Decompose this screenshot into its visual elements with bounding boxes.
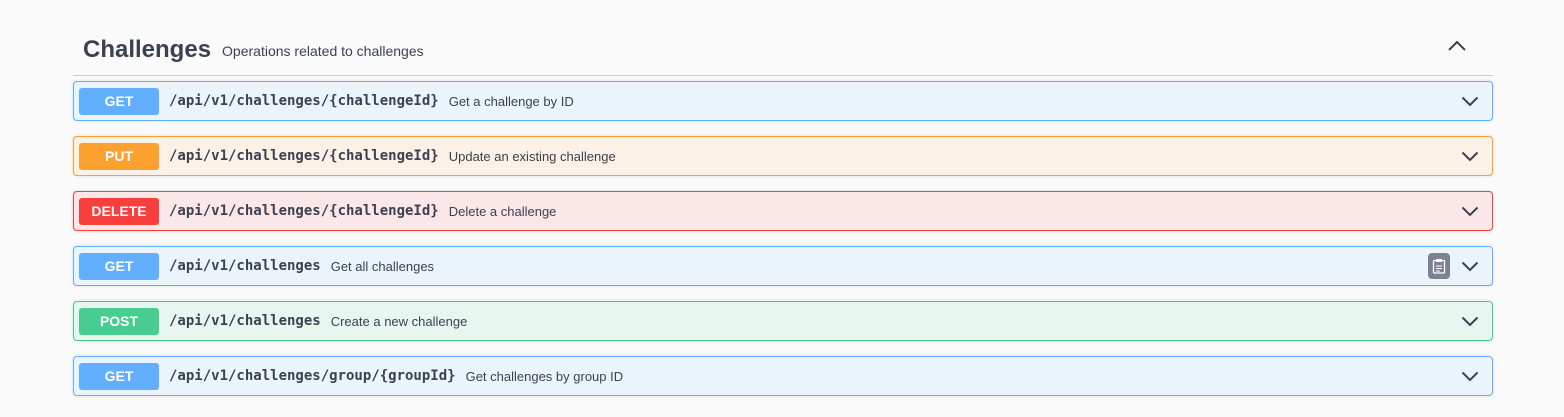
chevron-down-icon[interactable] — [1460, 366, 1480, 386]
operation-summary: Update an existing challenge — [448, 148, 616, 164]
method-badge: DELETE — [79, 197, 159, 225]
operation-get-challenge-by-id[interactable]: GET /api/v1/challenges/{challengeId} Get… — [73, 81, 1493, 121]
operation-path: /api/v1/challenges — [169, 258, 321, 274]
operation-summary: Get all challenges — [330, 258, 435, 274]
method-badge: PUT — [79, 142, 159, 170]
chevron-down-icon[interactable] — [1460, 91, 1480, 111]
method-badge: POST — [79, 307, 159, 335]
method-badge: GET — [79, 362, 159, 390]
chevron-up-icon[interactable] — [1443, 34, 1471, 58]
chevron-down-icon[interactable] — [1460, 256, 1480, 276]
operation-summary: Create a new challenge — [330, 313, 468, 329]
operation-path: /api/v1/challenges/{challengeId} — [169, 203, 439, 219]
operation-put-challenge[interactable]: PUT /api/v1/challenges/{challengeId} Upd… — [73, 136, 1493, 176]
operation-path: /api/v1/challenges/{challengeId} — [169, 93, 439, 109]
chevron-down-icon[interactable] — [1460, 201, 1480, 221]
operation-summary: Delete a challenge — [448, 203, 557, 219]
operation-get-challenges-by-group[interactable]: GET /api/v1/challenges/group/{groupId} G… — [73, 356, 1493, 396]
operation-path: /api/v1/challenges/group/{groupId} — [169, 368, 456, 384]
section-header[interactable]: Challenges Operations related to challen… — [73, 24, 1493, 76]
copy-clipboard-icon[interactable] — [1428, 253, 1450, 279]
chevron-down-icon[interactable] — [1460, 311, 1480, 331]
operation-delete-challenge[interactable]: DELETE /api/v1/challenges/{challengeId} … — [73, 191, 1493, 231]
section-description: Operations related to challenges — [222, 43, 424, 59]
operation-path: /api/v1/challenges — [169, 313, 321, 329]
section-title: Challenges — [83, 35, 212, 63]
operation-post-challenge[interactable]: POST /api/v1/challenges Create a new cha… — [73, 301, 1493, 341]
operation-path: /api/v1/challenges/{challengeId} — [169, 148, 439, 164]
operation-summary: Get a challenge by ID — [448, 93, 574, 109]
chevron-down-icon[interactable] — [1460, 146, 1480, 166]
operation-summary: Get challenges by group ID — [465, 368, 624, 384]
operation-get-all-challenges[interactable]: GET /api/v1/challenges Get all challenge… — [73, 246, 1493, 286]
method-badge: GET — [79, 252, 159, 280]
method-badge: GET — [79, 87, 159, 115]
